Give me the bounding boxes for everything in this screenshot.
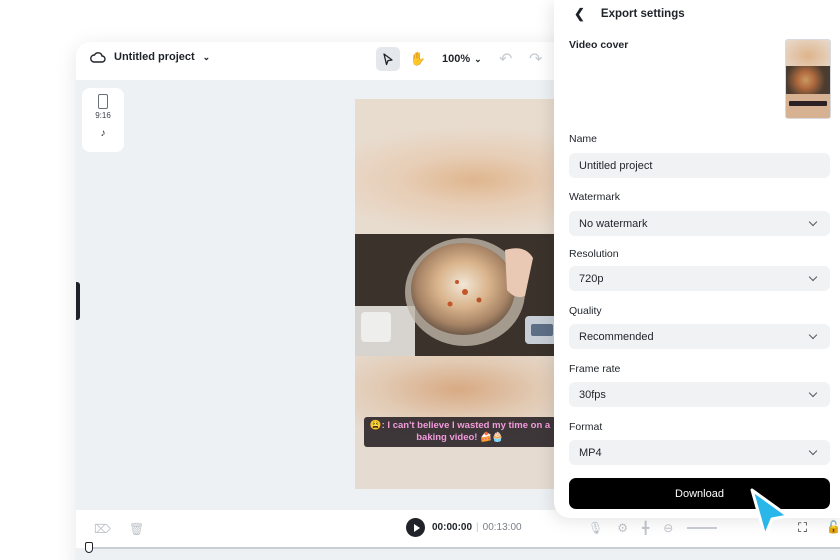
zoom-value: 100% — [442, 53, 471, 65]
project-title: Untitled project — [114, 51, 195, 63]
canvas-tools: ✋ 100% ⌄ ↶ ↷ — [376, 47, 548, 71]
timeline-track[interactable] — [90, 547, 840, 549]
thumbnail-frame — [786, 66, 830, 94]
chevron-down-icon — [808, 446, 818, 455]
resolution-value: 720p — [579, 272, 604, 285]
chevron-down-icon — [808, 388, 818, 397]
caption-text[interactable]: 😩: I can't believe I wasted my time on a… — [364, 417, 556, 447]
pointer-icon — [383, 52, 393, 65]
format-value: MP4 — [579, 446, 602, 459]
video-preview[interactable]: 😩: I can't believe I wasted my time on a… — [355, 99, 585, 489]
baking-bowl-image — [355, 234, 585, 356]
thumbnail-top — [786, 40, 830, 66]
quality-value: Recommended — [579, 330, 654, 343]
portrait-ratio-icon — [98, 94, 108, 109]
watermark-select[interactable]: No watermark — [569, 211, 830, 236]
project-menu[interactable]: Untitled project ⌄ — [90, 51, 210, 63]
format-label: Format — [569, 421, 603, 433]
trash-icon[interactable]: 🗑 — [129, 522, 144, 536]
frame-rate-label: Frame rate — [569, 363, 621, 375]
video-frame — [355, 234, 585, 356]
current-time: 00:00:00 — [432, 522, 473, 533]
total-duration: 00:13:00 — [482, 522, 522, 533]
lock-icon[interactable]: 🔓 — [826, 520, 840, 534]
time-separator: | — [476, 522, 479, 533]
chevron-down-icon — [808, 217, 818, 226]
frame-rate-value: 30fps — [579, 388, 606, 401]
fullscreen-icon[interactable]: ⛶ — [798, 520, 807, 536]
timeline-tools-right: 🎙 ⚙ ╋ ⊖ — [588, 521, 718, 535]
chevron-down-icon — [808, 330, 818, 339]
video-cover-thumbnail[interactable] — [785, 39, 831, 119]
align-icon[interactable]: ╋ — [642, 521, 649, 535]
zoom-out-icon[interactable]: ⊖ — [663, 521, 673, 535]
thumbnail-bottom — [786, 94, 830, 118]
video-cover-label: Video cover — [569, 39, 629, 51]
mix-icon[interactable]: ⚙ — [617, 521, 628, 535]
name-label: Name — [569, 133, 598, 145]
hand-icon: ✋ — [409, 51, 427, 66]
play-button[interactable] — [406, 518, 425, 537]
time-display: 00:00:00 | 00:13:00 — [432, 522, 522, 533]
watermark-label: Watermark — [569, 191, 620, 203]
playhead-handle[interactable] — [85, 542, 93, 553]
redo-icon: ↷ — [528, 51, 543, 68]
quality-label: Quality — [569, 305, 602, 317]
cloud-icon — [90, 52, 106, 63]
hand-tool[interactable]: ✋ — [406, 47, 430, 71]
panel-header: ❮ Export settings — [574, 6, 685, 22]
split-icon[interactable]: ⌦ — [94, 522, 111, 536]
resolution-select[interactable]: 720p — [569, 266, 830, 291]
redo-button[interactable]: ↷ — [524, 47, 548, 71]
thumbnail-caption — [789, 101, 827, 106]
aspect-ratio-label: 9:16 — [95, 111, 111, 120]
microphone-icon[interactable]: 🎙 — [588, 521, 603, 535]
aspect-ratio-panel[interactable]: 9:16 ♪ — [82, 88, 124, 152]
quality-select[interactable]: Recommended — [569, 324, 830, 349]
zoom-dropdown[interactable]: 100% ⌄ — [436, 53, 488, 65]
select-tool[interactable] — [376, 47, 400, 71]
export-settings-panel: ❮ Export settings Video cover Name Untit… — [554, 0, 840, 518]
panel-title: Export settings — [600, 8, 685, 20]
resolution-label: Resolution — [569, 248, 619, 260]
blurred-background-top — [355, 99, 585, 234]
panel-resize-handle[interactable] — [76, 282, 80, 320]
zoom-slider[interactable] — [687, 527, 718, 529]
mouse-cursor-icon — [750, 488, 790, 538]
chevron-down-icon — [808, 272, 818, 281]
chevron-down-icon: ⌄ — [202, 51, 211, 62]
undo-button[interactable]: ↶ — [494, 47, 518, 71]
undo-icon: ↶ — [498, 51, 513, 68]
timeline-tools-left: ⌦ 🗑 — [94, 522, 144, 536]
name-value: Untitled project — [579, 159, 653, 172]
frame-rate-select[interactable]: 30fps — [569, 382, 830, 407]
chevron-down-icon: ⌄ — [474, 53, 482, 64]
watermark-value: No watermark — [579, 217, 648, 230]
name-input[interactable]: Untitled project — [569, 153, 830, 178]
tiktok-icon: ♪ — [100, 128, 106, 139]
back-chevron-icon[interactable]: ❮ — [574, 6, 585, 22]
format-select[interactable]: MP4 — [569, 440, 830, 465]
